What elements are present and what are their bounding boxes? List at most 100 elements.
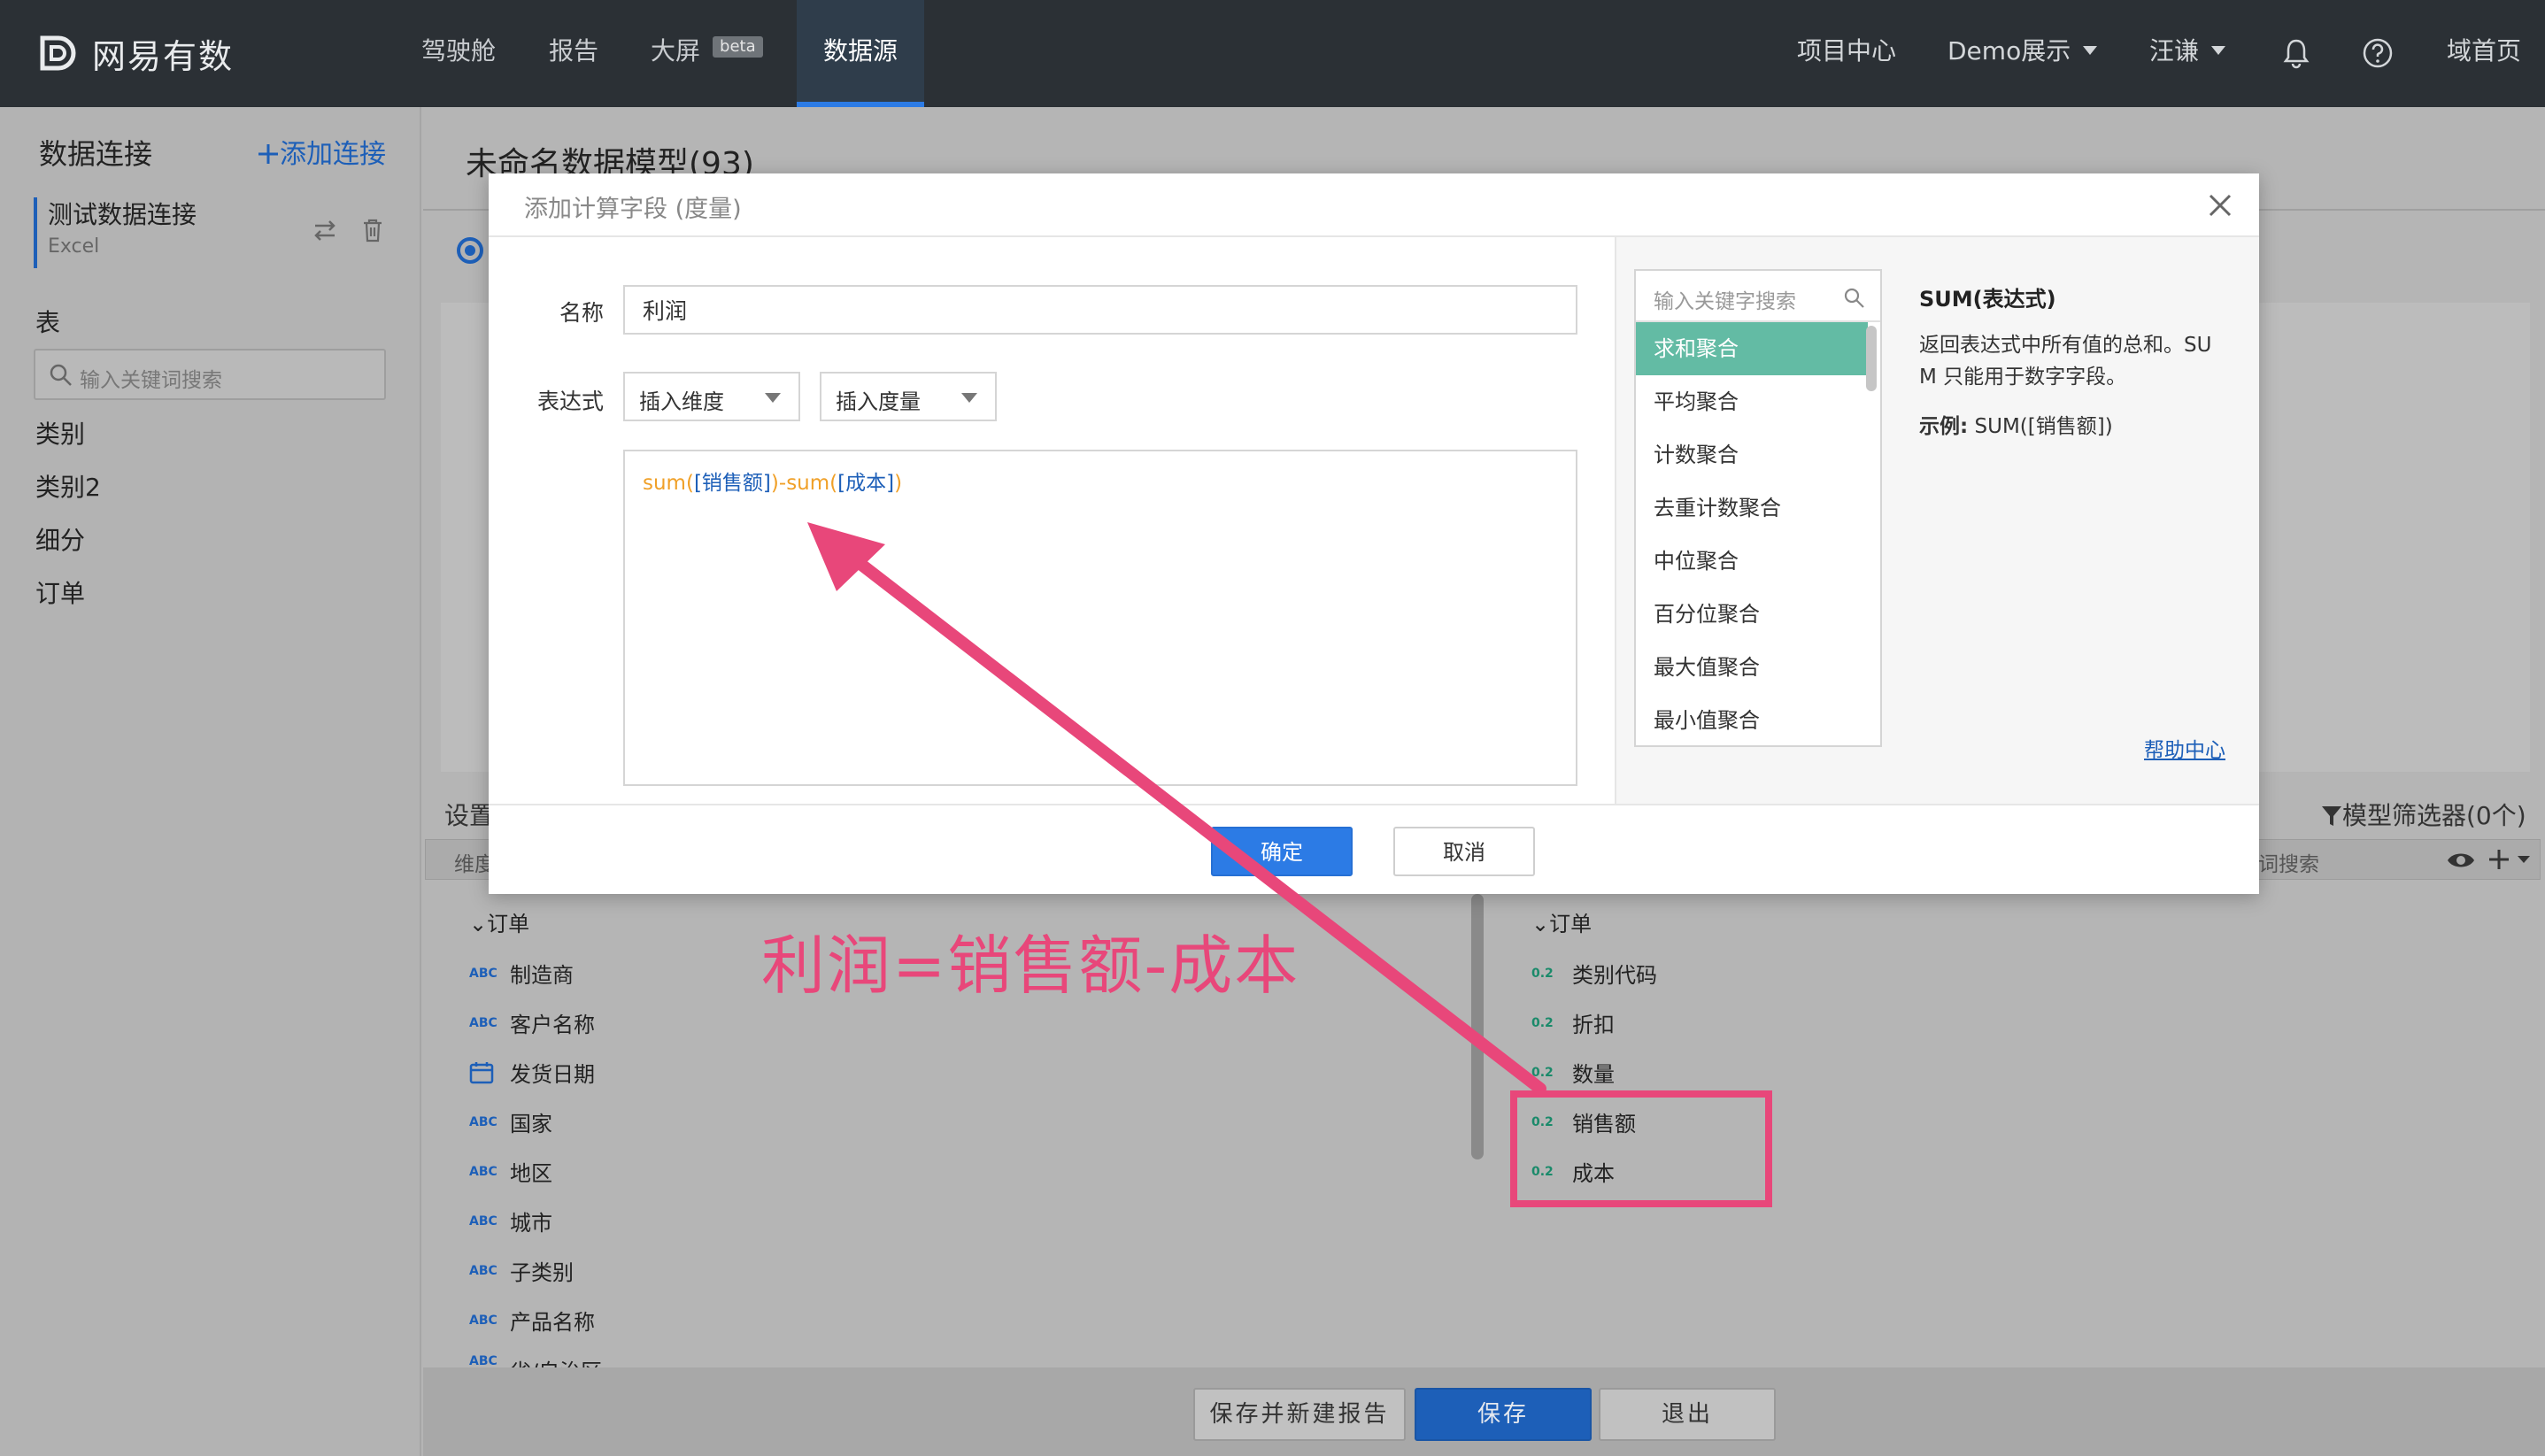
sidebar-title: 数据连接 <box>39 137 153 171</box>
dimension-group-label: 订单 <box>487 912 530 936</box>
insert-measure-select[interactable]: 插入度量 <box>820 372 997 421</box>
nav-report[interactable]: 报告 <box>549 0 598 107</box>
close-icon[interactable] <box>2204 189 2236 221</box>
table-item[interactable]: 类别 <box>35 415 85 451</box>
measure-field[interactable]: 0.2 类别代码 <box>1531 958 1657 989</box>
number-type-icon: 0.2 <box>1531 966 1554 981</box>
dimension-field[interactable]: ABC 客户名称 <box>469 1007 595 1038</box>
expr-field: [成本] <box>837 472 895 495</box>
domain-home-link[interactable]: 域首页 <box>2447 0 2521 107</box>
field-name-input[interactable] <box>623 285 1577 335</box>
nav-cockpit-label: 驾驶舱 <box>421 36 497 65</box>
dimension-field[interactable]: ABC 子类别 <box>469 1255 574 1286</box>
dimension-field[interactable]: ABC 产品名称 <box>469 1305 595 1336</box>
filter-icon <box>2322 806 2341 826</box>
measure-search-placeholder[interactable]: 词搜索 <box>2258 847 2319 877</box>
beta-badge: beta <box>713 36 763 58</box>
table-search-input[interactable]: 输入关键词搜索 <box>34 349 386 400</box>
project-center-link[interactable]: 项目中心 <box>1797 0 1896 107</box>
function-doc-example: 示例: SUM([销售额]) <box>1919 409 2113 439</box>
measure-group[interactable]: ⌄订单 <box>1531 906 1592 937</box>
bell-icon[interactable] <box>2279 35 2314 71</box>
nav-cockpit[interactable]: 驾驶舱 <box>421 0 496 107</box>
confirm-button[interactable]: 确定 <box>1211 827 1353 876</box>
save-button[interactable]: 保存 <box>1415 1388 1592 1441</box>
insert-dimension-select[interactable]: 插入维度 <box>623 372 800 421</box>
dimension-field[interactable]: ABC 省/自治区 <box>469 1354 602 1367</box>
function-item[interactable]: 计数聚合 <box>1636 428 1868 481</box>
dimension-field[interactable]: ABC 国家 <box>469 1106 552 1137</box>
function-item[interactable]: 求和聚合 <box>1636 322 1868 375</box>
exit-button[interactable]: 退出 <box>1599 1388 1776 1441</box>
project-dropdown[interactable]: Demo展示 <box>1947 0 2098 107</box>
number-type-icon: 0.2 <box>1531 1015 1554 1030</box>
data-connection-sidebar: 数据连接 添加连接 测试数据连接 Excel 表 输入关键词搜索 类别 类别2 … <box>0 107 421 1456</box>
dialog-title: 添加计算字段 (度量) <box>524 196 742 223</box>
view-radio[interactable] <box>457 237 483 264</box>
expr-paren: ( <box>829 472 838 495</box>
name-label: 名称 <box>559 300 604 326</box>
nav-datasource-label: 数据源 <box>823 36 898 65</box>
swap-icon[interactable] <box>312 217 338 243</box>
settings-label: 设置 <box>444 801 495 830</box>
project-dropdown-label: Demo展示 <box>1947 36 2071 65</box>
function-item[interactable]: 最大值聚合 <box>1636 641 1868 694</box>
function-item[interactable]: 去重计数聚合 <box>1636 481 1868 535</box>
insert-dimension-label: 插入维度 <box>639 389 724 414</box>
function-item[interactable]: 最小值聚合 <box>1636 694 1868 745</box>
plus-icon[interactable] <box>2487 847 2511 872</box>
model-filter-label: 模型筛选器(0个) <box>2342 801 2526 830</box>
function-list: 输入关键字搜索 求和聚合 平均聚合 计数聚合 去重计数聚合 中位聚合 百分位聚合… <box>1634 269 1882 747</box>
dimension-scrollbar[interactable] <box>1471 894 1484 1159</box>
brand-logo[interactable]: 网易有数 <box>35 27 234 80</box>
cancel-button[interactable]: 取消 <box>1393 827 1535 876</box>
add-calculated-field-dialog: 添加计算字段 (度量) 名称 表达式 插入维度 插入度量 sum([销售额])-… <box>489 173 2259 894</box>
dialog-header: 添加计算字段 (度量) <box>489 173 2259 237</box>
connection-item[interactable]: 测试数据连接 Excel <box>34 197 388 268</box>
expr-paren: ( <box>685 472 694 495</box>
nav-bigscreen[interactable]: 大屏 beta <box>651 0 763 107</box>
dimension-field[interactable]: ABC 城市 <box>469 1206 552 1236</box>
dimension-field[interactable]: 发货日期 <box>469 1057 595 1088</box>
text-type-icon: ABC <box>469 1213 497 1229</box>
function-doc-title: SUM(表达式) <box>1919 287 2056 312</box>
chevron-down-icon[interactable] <box>2517 854 2531 865</box>
expr-paren: ) <box>894 472 903 495</box>
function-item[interactable]: 百分位聚合 <box>1636 588 1868 641</box>
eye-icon[interactable] <box>2446 849 2476 872</box>
chevron-down-icon <box>2211 46 2226 55</box>
dimension-field[interactable]: ABC 地区 <box>469 1156 552 1187</box>
measure-field[interactable]: 0.2 数量 <box>1531 1057 1615 1088</box>
function-item[interactable]: 平均聚合 <box>1636 375 1868 428</box>
function-search-input[interactable]: 输入关键字搜索 <box>1636 271 1880 322</box>
table-item[interactable]: 订单 <box>35 574 85 610</box>
help-icon[interactable] <box>2360 35 2395 71</box>
search-icon <box>50 364 72 386</box>
trash-icon[interactable] <box>359 217 386 243</box>
table-item[interactable]: 细分 <box>35 521 85 557</box>
function-list-scrollbar[interactable] <box>1866 326 1877 391</box>
table-search-placeholder: 输入关键词搜索 <box>80 369 222 392</box>
add-connection-label: 添加连接 <box>280 139 386 170</box>
save-and-new-report-button[interactable]: 保存并新建报告 <box>1193 1388 1406 1441</box>
top-navigation-bar: 网易有数 驾驶舱 报告 大屏 beta 数据源 项目中心 Demo展示 汪谦 域首… <box>0 0 2545 107</box>
dimension-field[interactable]: ABC 制造商 <box>469 958 574 989</box>
expression-editor[interactable]: sum([销售额])-sum([成本]) <box>623 450 1577 786</box>
dimension-group[interactable]: ⌄订单 <box>469 906 529 937</box>
tables-label: 表 <box>35 308 61 337</box>
dimension-field-label: 产品名称 <box>510 1310 595 1335</box>
function-item[interactable]: 中位聚合 <box>1636 535 1868 588</box>
function-doc-description: 返回表达式中所有值的总和。SUM 只能用于数字字段。 <box>1919 334 2212 389</box>
measure-field[interactable]: 0.2 折扣 <box>1531 1007 1615 1038</box>
measure-group-label: 订单 <box>1549 912 1593 936</box>
user-dropdown[interactable]: 汪谦 <box>2149 0 2226 107</box>
help-center-link[interactable]: 帮助中心 <box>2144 733 2225 763</box>
function-panel: 输入关键字搜索 求和聚合 平均聚合 计数聚合 去重计数聚合 中位聚合 百分位聚合… <box>1615 237 2259 804</box>
add-connection-button[interactable]: 添加连接 <box>257 132 386 171</box>
expr-function: sum <box>786 472 830 495</box>
nav-datasource[interactable]: 数据源 <box>797 0 925 107</box>
project-center-label: 项目中心 <box>1797 36 1897 65</box>
table-item[interactable]: 类别2 <box>35 468 101 504</box>
model-filter-button[interactable]: 模型筛选器(0个) <box>2321 797 2526 832</box>
measure-field-label: 类别代码 <box>1572 963 1657 988</box>
